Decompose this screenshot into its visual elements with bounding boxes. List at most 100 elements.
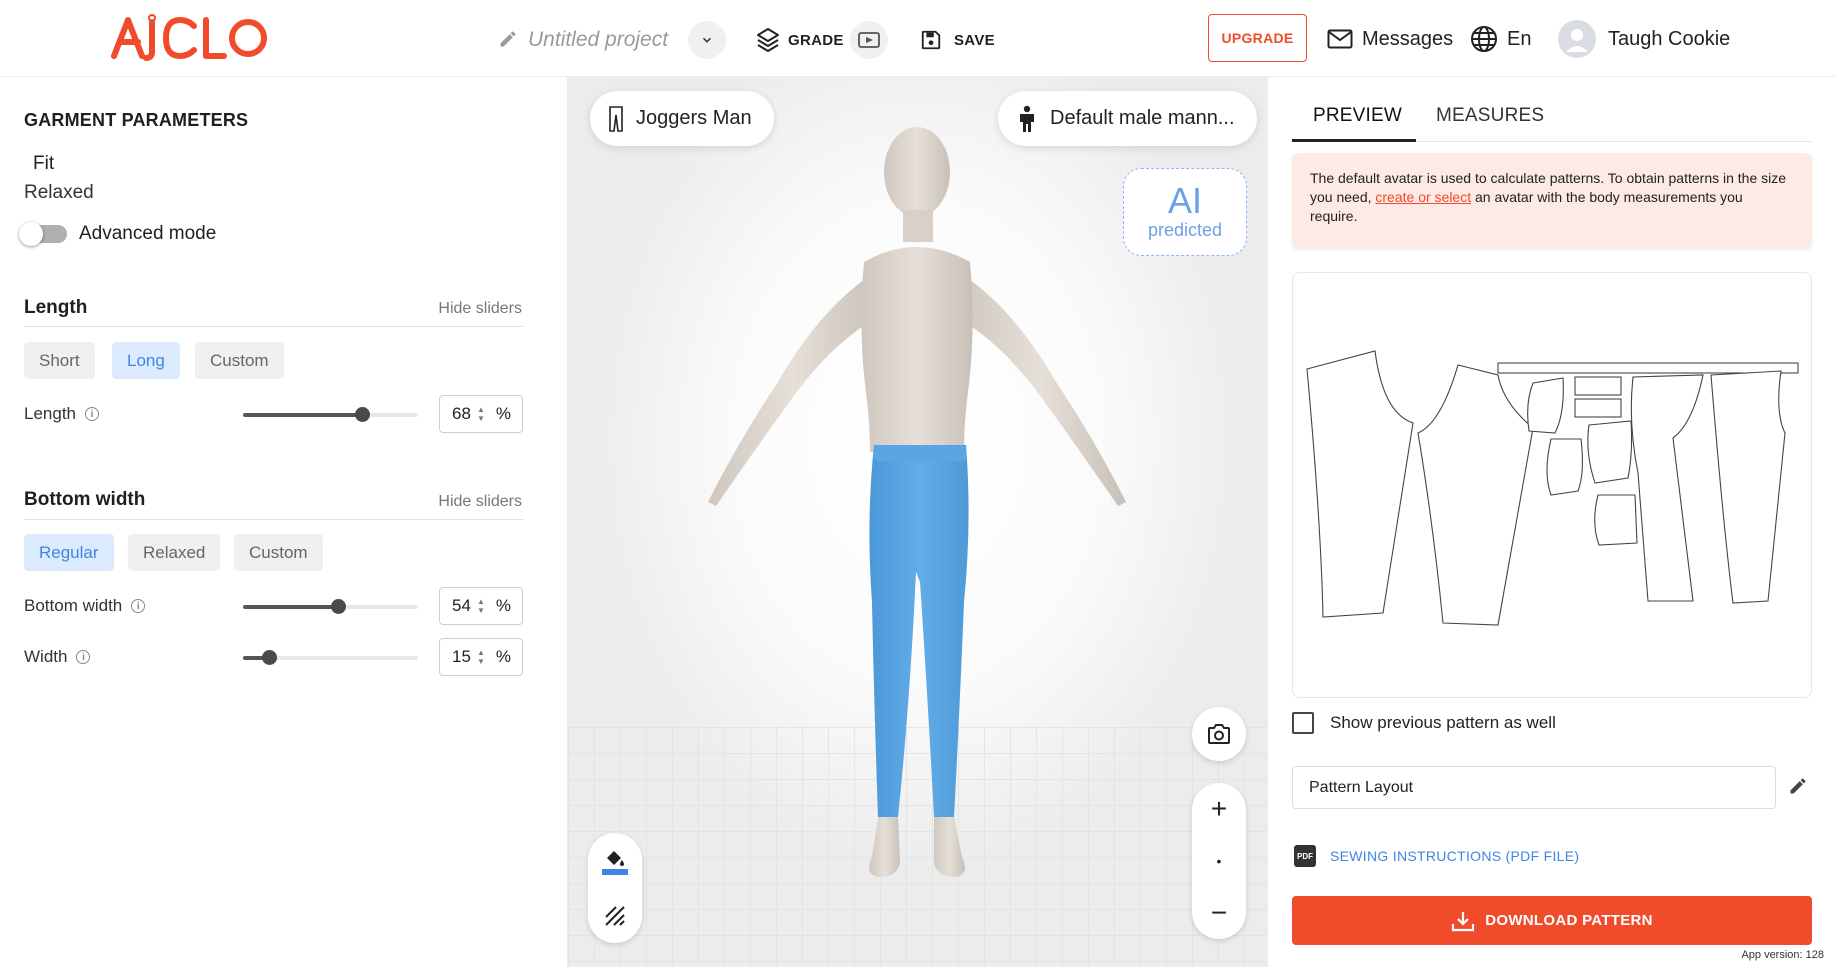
user-menu[interactable]: Taugh Cookie — [1558, 20, 1730, 58]
messages-label: Messages — [1362, 27, 1454, 50]
stepper-icon[interactable]: ▲ ▼ — [474, 648, 488, 666]
grade-label: GRADE — [788, 31, 844, 49]
texture-button[interactable] — [588, 888, 642, 943]
grade-button[interactable]: GRADE — [756, 24, 844, 56]
zoom-controls: + • − — [1192, 783, 1246, 939]
project-name[interactable]: Untitled project — [498, 22, 668, 58]
tab-measures[interactable]: MEASURES — [1436, 105, 1544, 127]
length-value: 68 — [452, 404, 471, 423]
project-dropdown-button[interactable] — [688, 21, 726, 59]
slider-fill — [243, 413, 362, 417]
avatar-selector[interactable]: Default male mann... — [998, 91, 1257, 146]
pencil-icon — [1790, 778, 1806, 794]
bottom-option-custom[interactable]: Custom — [234, 534, 323, 571]
download-label: DOWNLOAD PATTERN — [1485, 912, 1653, 929]
width-slider-label: Width i — [24, 647, 91, 667]
video-tutorial-button[interactable] — [850, 21, 888, 59]
video-icon — [858, 32, 880, 48]
language-label: En — [1507, 27, 1532, 50]
unit-label: % — [495, 404, 512, 423]
layers-icon — [757, 28, 779, 52]
width-slider[interactable] — [243, 650, 418, 665]
stepper-icon[interactable]: ▲ ▼ — [474, 597, 488, 615]
stepper-icon[interactable]: ▲ ▼ — [474, 405, 488, 423]
pattern-piece — [1306, 350, 1414, 618]
paint-bucket-icon — [602, 850, 628, 875]
show-previous-label: Show previous pattern as well — [1330, 713, 1556, 732]
aiclo-logo[interactable] — [108, 12, 268, 64]
save-button[interactable]: SAVE — [920, 24, 995, 56]
divider — [24, 519, 523, 520]
info-icon[interactable]: i — [76, 650, 91, 664]
pattern-piece — [1574, 376, 1622, 396]
advanced-mode-label: Advanced mode — [79, 223, 217, 244]
bottom-option-relaxed[interactable]: Relaxed — [128, 534, 221, 571]
slider-thumb[interactable] — [355, 407, 370, 422]
fit-label: Fit — [33, 153, 55, 174]
screenshot-button[interactable] — [1192, 707, 1246, 761]
fit-value[interactable]: Relaxed — [24, 182, 94, 204]
person-icon — [1020, 105, 1034, 132]
show-previous-checkbox[interactable] — [1292, 712, 1314, 734]
3d-viewport[interactable]: Joggers Man Default male mann... AI pred… — [568, 77, 1268, 967]
avatar-model[interactable] — [628, 102, 1208, 967]
garment-selector[interactable]: Joggers Man — [590, 91, 774, 146]
bottom-width-slider[interactable] — [243, 599, 418, 614]
bottom-hide-sliders-link[interactable]: Hide sliders — [438, 493, 522, 511]
slider-thumb[interactable] — [262, 650, 277, 665]
upgrade-button[interactable]: UPGRADE — [1208, 14, 1307, 62]
tab-preview[interactable]: PREVIEW — [1313, 105, 1402, 127]
sewing-instructions-link[interactable]: PDF SEWING INSTRUCTIONS (PDF FILE) — [1294, 845, 1579, 867]
info-icon[interactable]: i — [131, 599, 146, 613]
slider-thumb[interactable] — [331, 599, 346, 614]
save-icon — [921, 30, 941, 50]
length-slider-label: Length i — [24, 404, 99, 424]
chevron-down-icon — [702, 37, 712, 43]
bottom-option-regular[interactable]: Regular — [24, 534, 114, 571]
pattern-piece — [1546, 438, 1584, 496]
camera-icon — [1208, 724, 1230, 744]
length-option-custom[interactable]: Custom — [195, 342, 284, 379]
width-slider-label-text: Width — [24, 647, 68, 666]
divider — [24, 326, 523, 327]
zoom-reset-button[interactable]: • — [1192, 835, 1246, 887]
avatar — [1558, 20, 1596, 58]
slider-fill — [243, 605, 338, 609]
download-icon — [1452, 911, 1475, 931]
user-name: Taugh Cookie — [1608, 27, 1731, 50]
download-pattern-button[interactable]: DOWNLOAD PATTERN — [1292, 896, 1812, 945]
zoom-in-button[interactable]: + — [1192, 783, 1246, 835]
pattern-piece — [1630, 374, 1704, 602]
length-option-short[interactable]: Short — [24, 342, 95, 379]
top-bar: Untitled project GRADE SAVE UPGRADE Mess… — [0, 0, 1836, 77]
sewing-instructions-label: SEWING INSTRUCTIONS (PDF FILE) — [1330, 848, 1580, 864]
pattern-layout-field[interactable]: Pattern Layout — [1292, 766, 1776, 809]
ai-predicted-badge: AI predicted — [1123, 168, 1247, 256]
length-section-title: Length — [24, 297, 88, 318]
advanced-mode-toggle[interactable] — [19, 222, 67, 246]
bottom-width-value-input[interactable]: 54 ▲ ▼ % — [439, 587, 523, 625]
show-previous-pattern-row[interactable]: Show previous pattern as well — [1292, 712, 1556, 734]
pattern-piece — [1497, 362, 1799, 374]
unit-label: % — [495, 647, 512, 666]
avatar-name: Default male mann... — [1050, 107, 1235, 129]
zoom-out-button[interactable]: − — [1192, 887, 1246, 939]
ai-badge-subtitle: predicted — [1147, 220, 1223, 240]
app-version: App version: 128 — [1741, 949, 1824, 961]
fill-color-button[interactable] — [588, 833, 642, 888]
length-option-long[interactable]: Long — [112, 342, 180, 379]
pattern-pieces — [1306, 350, 1799, 626]
length-value-input[interactable]: 68 ▲ ▼ % — [439, 395, 523, 433]
language-selector[interactable]: En — [1470, 24, 1531, 54]
pattern-preview[interactable] — [1292, 272, 1812, 698]
pattern-piece — [1574, 398, 1622, 418]
edit-pattern-layout-button[interactable] — [1788, 776, 1808, 801]
messages-button[interactable]: Messages — [1327, 24, 1453, 54]
info-icon[interactable]: i — [85, 407, 99, 421]
length-hide-sliders-link[interactable]: Hide sliders — [438, 300, 522, 318]
bottom-width-value: 54 — [452, 596, 471, 615]
mail-icon — [1327, 29, 1353, 49]
create-or-select-link[interactable]: create or select — [1375, 189, 1471, 205]
width-value-input[interactable]: 15 ▲ ▼ % — [439, 638, 523, 676]
length-slider[interactable] — [243, 407, 418, 422]
